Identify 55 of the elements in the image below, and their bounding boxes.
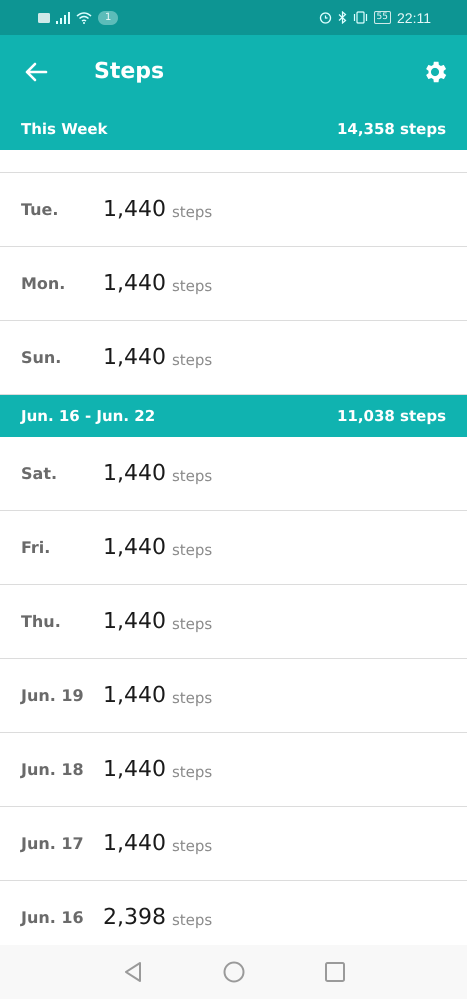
step-unit: steps [172, 541, 212, 559]
day-label: Jun. 18 [21, 760, 85, 779]
step-unit: steps [172, 277, 212, 295]
week-label: Jun. 16 - Jun. 22 [21, 407, 156, 425]
clock-time: 22:11 [397, 10, 431, 26]
signal-icon [56, 12, 70, 24]
day-label: Tue. [21, 200, 60, 219]
day-row[interactable]: Mon. 1,440 steps [0, 247, 467, 321]
day-label: Jun. 19 [21, 686, 85, 705]
day-row[interactable]: Tue. 1,440 steps [0, 173, 467, 247]
back-arrow-icon[interactable] [24, 62, 48, 82]
recents-nav-icon[interactable] [324, 962, 344, 982]
step-unit: steps [172, 763, 212, 781]
back-nav-icon[interactable] [122, 961, 142, 983]
step-count: 1,440 [103, 197, 166, 222]
step-count: 1,440 [103, 271, 166, 296]
step-unit: steps [172, 911, 212, 929]
screen-title: Steps [94, 59, 166, 84]
day-row[interactable]: Jun. 18 1,440 steps [0, 733, 467, 807]
day-row[interactable]: Jun. 19 1,440 steps [0, 659, 467, 733]
step-unit: steps [172, 203, 212, 221]
day-label: Jun. 16 [21, 908, 85, 927]
day-label: Mon. [21, 274, 66, 293]
day-label: Jun. 17 [21, 834, 85, 853]
vibrate-icon [352, 11, 368, 24]
notification-badge: 1 [98, 10, 118, 24]
bluetooth-icon [338, 11, 347, 24]
step-count: 2,398 [103, 905, 166, 930]
step-unit: steps [172, 615, 212, 633]
step-count: 1,440 [103, 535, 166, 560]
wifi-icon [76, 12, 92, 24]
step-count: 1,440 [103, 831, 166, 856]
step-unit: steps [172, 689, 212, 707]
day-label: Sun. [21, 348, 62, 367]
week-total: 11,038 steps [336, 407, 446, 425]
battery-level: 55 [374, 11, 391, 24]
step-unit: steps [172, 467, 212, 485]
step-count: 1,440 [103, 609, 166, 634]
day-label: Fri. [21, 538, 52, 557]
step-count: 1,440 [103, 683, 166, 708]
step-count: 1,440 [103, 345, 166, 370]
step-unit: steps [172, 351, 212, 369]
alarm-icon [318, 11, 332, 24]
week-total: 14,358 steps [336, 120, 446, 138]
step-count: 1,440 [103, 757, 166, 782]
day-row[interactable]: Fri. 1,440 steps [0, 511, 467, 585]
day-row[interactable]: Thu. 1,440 steps [0, 585, 467, 659]
day-label: Sat. [21, 464, 58, 483]
day-row[interactable]: Jun. 17 1,440 steps [0, 807, 467, 881]
home-nav-icon[interactable] [222, 961, 244, 983]
step-count: 1,440 [103, 461, 166, 486]
day-label: Thu. [21, 612, 62, 631]
week-label: This Week [21, 120, 108, 138]
day-row[interactable]: Sat. 1,440 steps [0, 437, 467, 511]
step-unit: steps [172, 837, 212, 855]
